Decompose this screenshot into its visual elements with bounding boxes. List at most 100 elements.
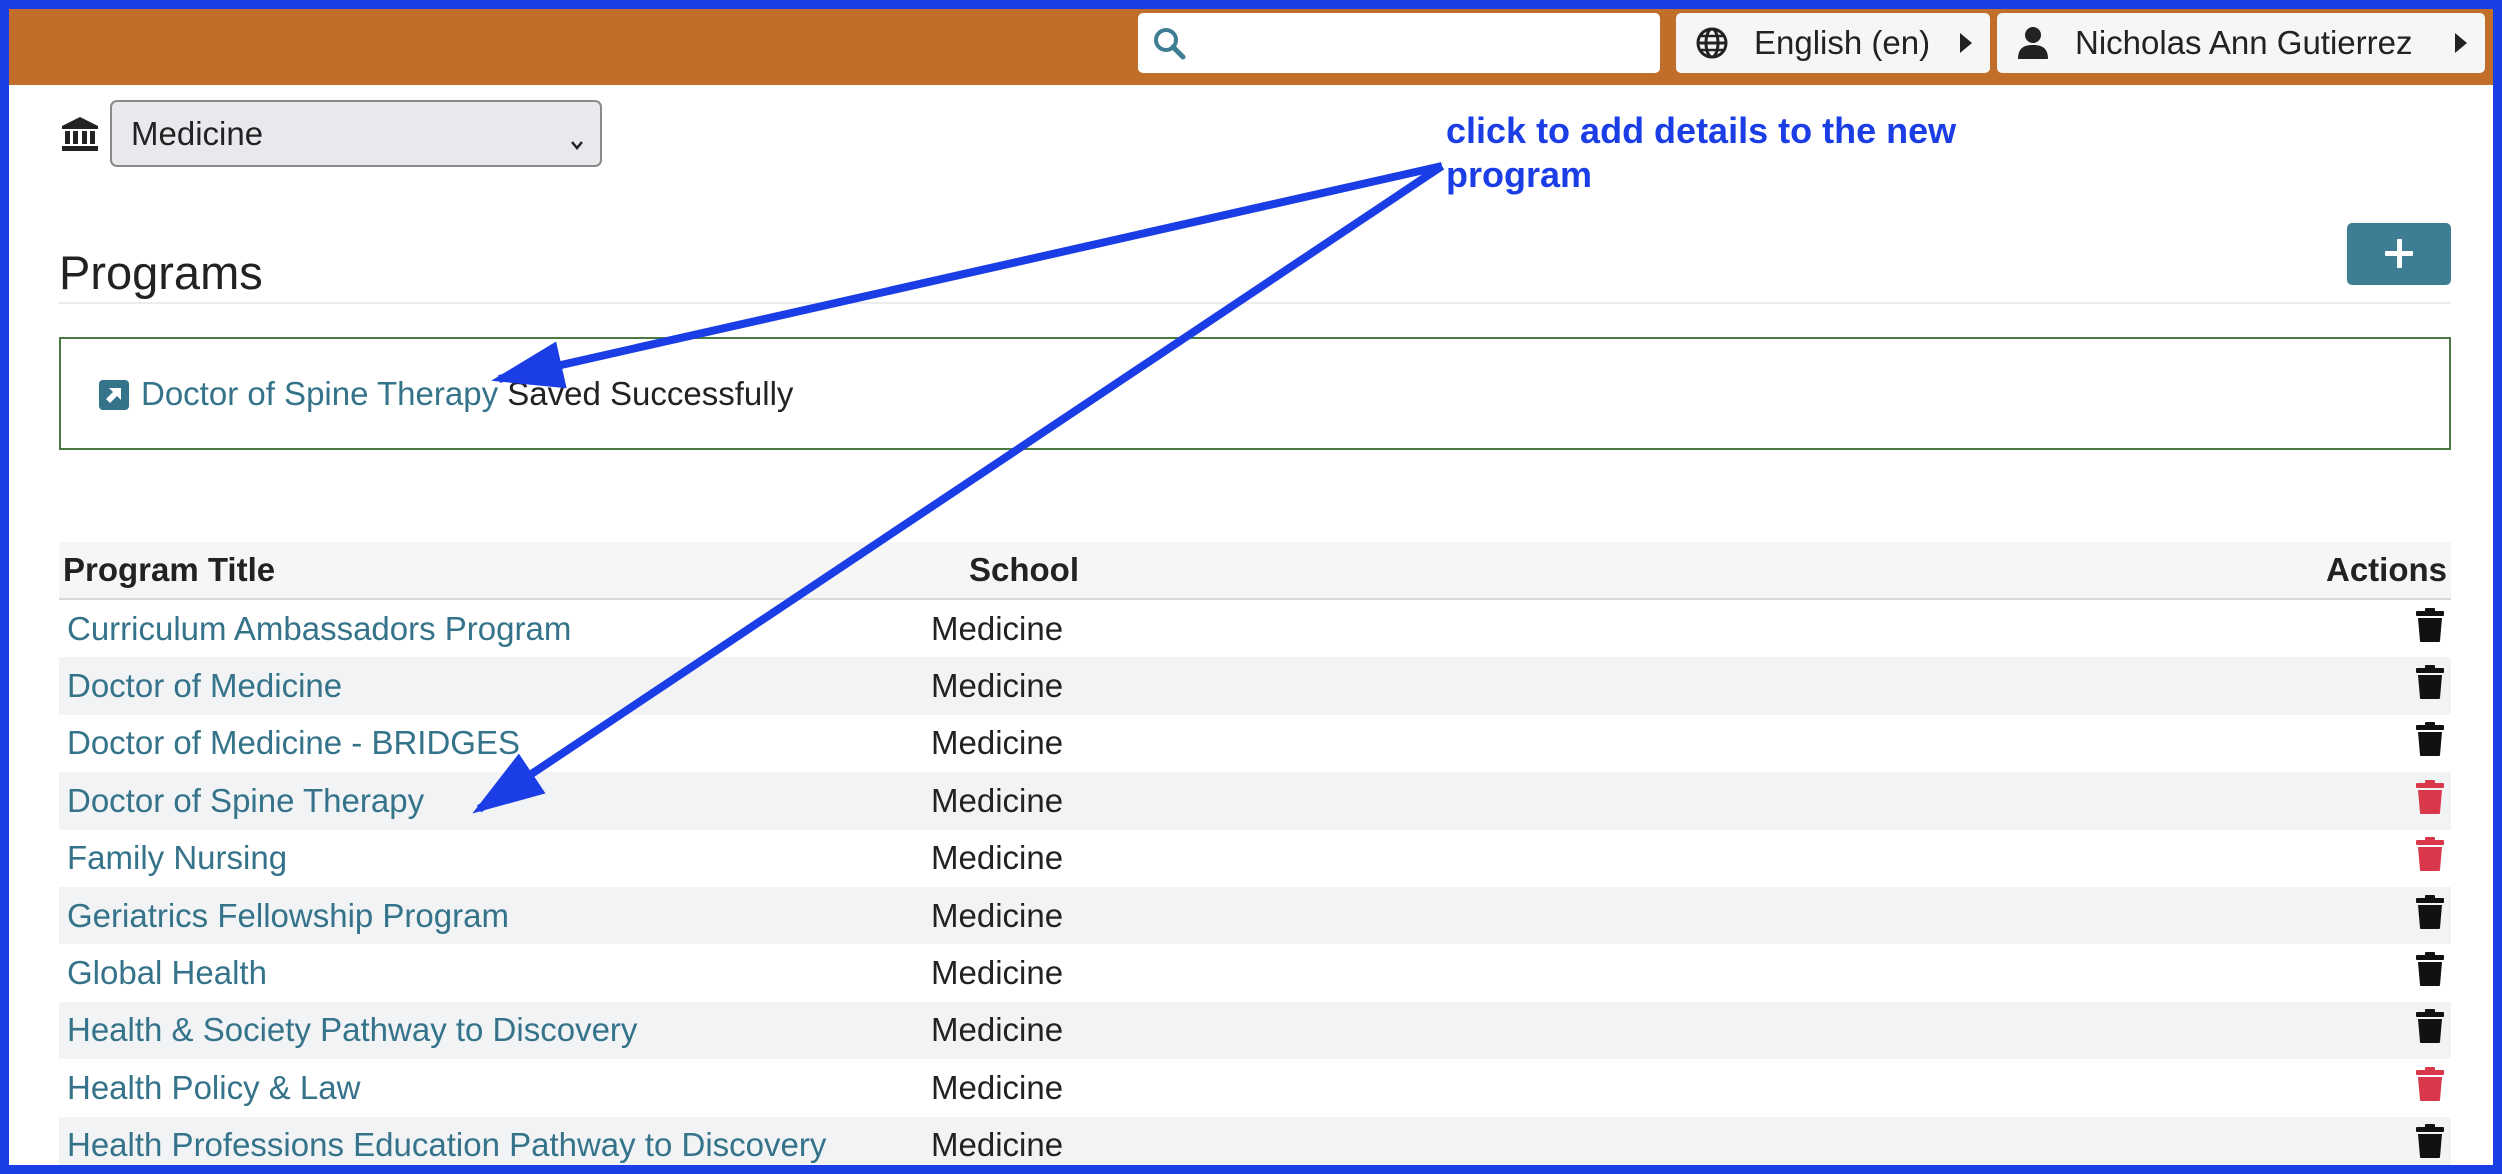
user-name-label: Nicholas Ann Gutierrez: [2075, 24, 2413, 61]
alert-message: Saved Successfully: [498, 375, 794, 412]
actions-cell: [1947, 599, 2451, 658]
table-row: Health & Society Pathway to Discovery Med…: [59, 1001, 2451, 1060]
chevron-down-icon: [568, 124, 586, 162]
globe-icon: [1692, 26, 1732, 60]
school-cell: Medicine: [931, 886, 1947, 945]
top-navbar: English (en) Nicholas Ann Gutierrez: [9, 9, 2493, 85]
program-title-cell: Doctor of Spine Therapy: [59, 772, 947, 830]
search-input[interactable]: [1138, 13, 1660, 73]
actions-cell: [1947, 657, 2451, 715]
saved-program-link[interactable]: Doctor of Spine Therapy: [141, 375, 498, 412]
actions-cell: [1947, 1059, 2451, 1117]
school-name: Medicine: [931, 896, 1064, 934]
table-row: Doctor of Medicine - BRIDGES Medicine: [59, 714, 2451, 773]
program-title-cell: Global Health: [59, 944, 947, 1002]
program-title-cell: Family Nursing: [59, 829, 947, 887]
delete-trash-icon[interactable]: [2415, 1008, 2445, 1052]
title-divider: [59, 302, 2451, 304]
school-cell: Medicine: [931, 829, 1947, 887]
caret-right-icon: [1960, 33, 1972, 53]
actions-cell: [1947, 886, 2451, 945]
actions-cell: [1947, 944, 2451, 1002]
delete-trash-icon[interactable]: [2415, 664, 2445, 708]
user-menu-button[interactable]: Nicholas Ann Gutierrez: [1997, 13, 2485, 73]
program-title-link[interactable]: Doctor of Medicine - BRIDGES: [67, 724, 520, 761]
delete-trash-icon[interactable]: [2415, 607, 2445, 651]
delete-trash-icon[interactable]: [2415, 1123, 2445, 1165]
school-cell: Medicine: [931, 714, 1947, 773]
programs-table: Program Title School Actions Curriculum …: [59, 542, 2451, 1165]
program-title-cell: Health & Society Pathway to Discovery: [59, 1001, 947, 1060]
school-name: Medicine: [931, 954, 1064, 992]
success-alert: Doctor of Spine Therapy Saved Successful…: [59, 337, 2451, 450]
program-title-link[interactable]: Health Professions Education Pathway to …: [67, 1126, 826, 1163]
language-menu-button[interactable]: English (en): [1676, 13, 1990, 73]
program-title-cell: Geriatrics Fellowship Program: [59, 886, 947, 945]
school-name: Medicine: [931, 1126, 1064, 1164]
school-cell: Medicine: [931, 657, 1947, 715]
program-title-link[interactable]: Family Nursing: [67, 839, 287, 876]
program-title-cell: Doctor of Medicine: [59, 657, 947, 715]
program-title-link[interactable]: Doctor of Spine Therapy: [67, 782, 424, 819]
actions-cell: [1947, 829, 2451, 887]
table-row: Doctor of Medicine Medicine: [59, 657, 2451, 715]
user-icon: [2013, 26, 2053, 60]
program-title-cell: Health Professions Education Pathway to …: [59, 1116, 947, 1165]
actions-cell: [1947, 1116, 2451, 1165]
program-title-cell: Curriculum Ambassadors Program: [59, 599, 947, 658]
table-row: Global Health Medicine: [59, 944, 2451, 1002]
column-header-program-title[interactable]: Program Title: [59, 542, 947, 600]
program-title-link[interactable]: Health Policy & Law: [67, 1069, 360, 1106]
external-link-icon[interactable]: [99, 380, 129, 415]
column-header-actions: Actions: [1947, 542, 2451, 600]
program-title-link[interactable]: Doctor of Medicine: [67, 667, 342, 704]
institution-icon: [61, 116, 99, 157]
table-row: Curriculum Ambassadors Program Medicine: [59, 599, 2451, 658]
language-label: English (en): [1754, 24, 1931, 61]
table-row: Doctor of Spine Therapy Medicine: [59, 772, 2451, 830]
program-title-link[interactable]: Curriculum Ambassadors Program: [67, 610, 571, 647]
table-header-row: Program Title School Actions: [59, 542, 2451, 600]
delete-trash-icon[interactable]: [2415, 836, 2445, 880]
school-cell: Medicine: [931, 1059, 1947, 1117]
screenshot-frame: English (en) Nicholas Ann Gutierrez Medi…: [0, 0, 2502, 1174]
delete-trash-icon[interactable]: [2415, 779, 2445, 823]
school-name: Medicine: [931, 724, 1064, 762]
school-name: Medicine: [931, 1068, 1064, 1106]
delete-trash-icon[interactable]: [2415, 721, 2445, 765]
school-cell: Medicine: [931, 772, 1947, 830]
program-title-link[interactable]: Geriatrics Fellowship Program: [67, 897, 509, 934]
table-row: Health Professions Education Pathway to …: [59, 1116, 2451, 1165]
table-row: Geriatrics Fellowship Program Medicine: [59, 886, 2451, 945]
delete-trash-icon[interactable]: [2415, 951, 2445, 995]
table-row: Family Nursing Medicine: [59, 829, 2451, 887]
school-cell: Medicine: [931, 1116, 1947, 1165]
add-program-button[interactable]: [2347, 223, 2451, 285]
actions-cell: [1947, 714, 2451, 773]
caret-right-icon: [2455, 33, 2467, 53]
actions-cell: [1947, 1001, 2451, 1060]
search-icon: [1152, 26, 1186, 65]
school-cell: Medicine: [931, 944, 1947, 1002]
school-cell: Medicine: [931, 1001, 1947, 1060]
program-title-link[interactable]: Global Health: [67, 954, 267, 991]
page-title: Programs: [59, 246, 263, 299]
delete-trash-icon[interactable]: [2415, 1066, 2445, 1110]
column-header-school[interactable]: School: [947, 542, 1947, 600]
school-cell: Medicine: [931, 599, 1947, 658]
delete-trash-icon[interactable]: [2415, 894, 2445, 938]
column-header-school-label: School: [969, 551, 1080, 588]
school-name: Medicine: [931, 781, 1064, 819]
program-title-cell: Health Policy & Law: [59, 1059, 947, 1117]
school-select[interactable]: Medicine: [110, 100, 602, 167]
school-name: Medicine: [931, 609, 1064, 647]
school-name: Medicine: [931, 839, 1064, 877]
program-title-cell: Doctor of Medicine - BRIDGES: [59, 714, 947, 773]
school-name: Medicine: [931, 667, 1064, 705]
actions-cell: [1947, 772, 2451, 830]
school-name: Medicine: [931, 1011, 1064, 1049]
annotation-callout-text: click to add details to the new program: [1446, 110, 1957, 195]
school-select-value: Medicine: [131, 114, 264, 152]
program-title-link[interactable]: Health & Society Pathway to Discovery: [67, 1011, 637, 1048]
table-row: Health Policy & Law Medicine: [59, 1059, 2451, 1117]
